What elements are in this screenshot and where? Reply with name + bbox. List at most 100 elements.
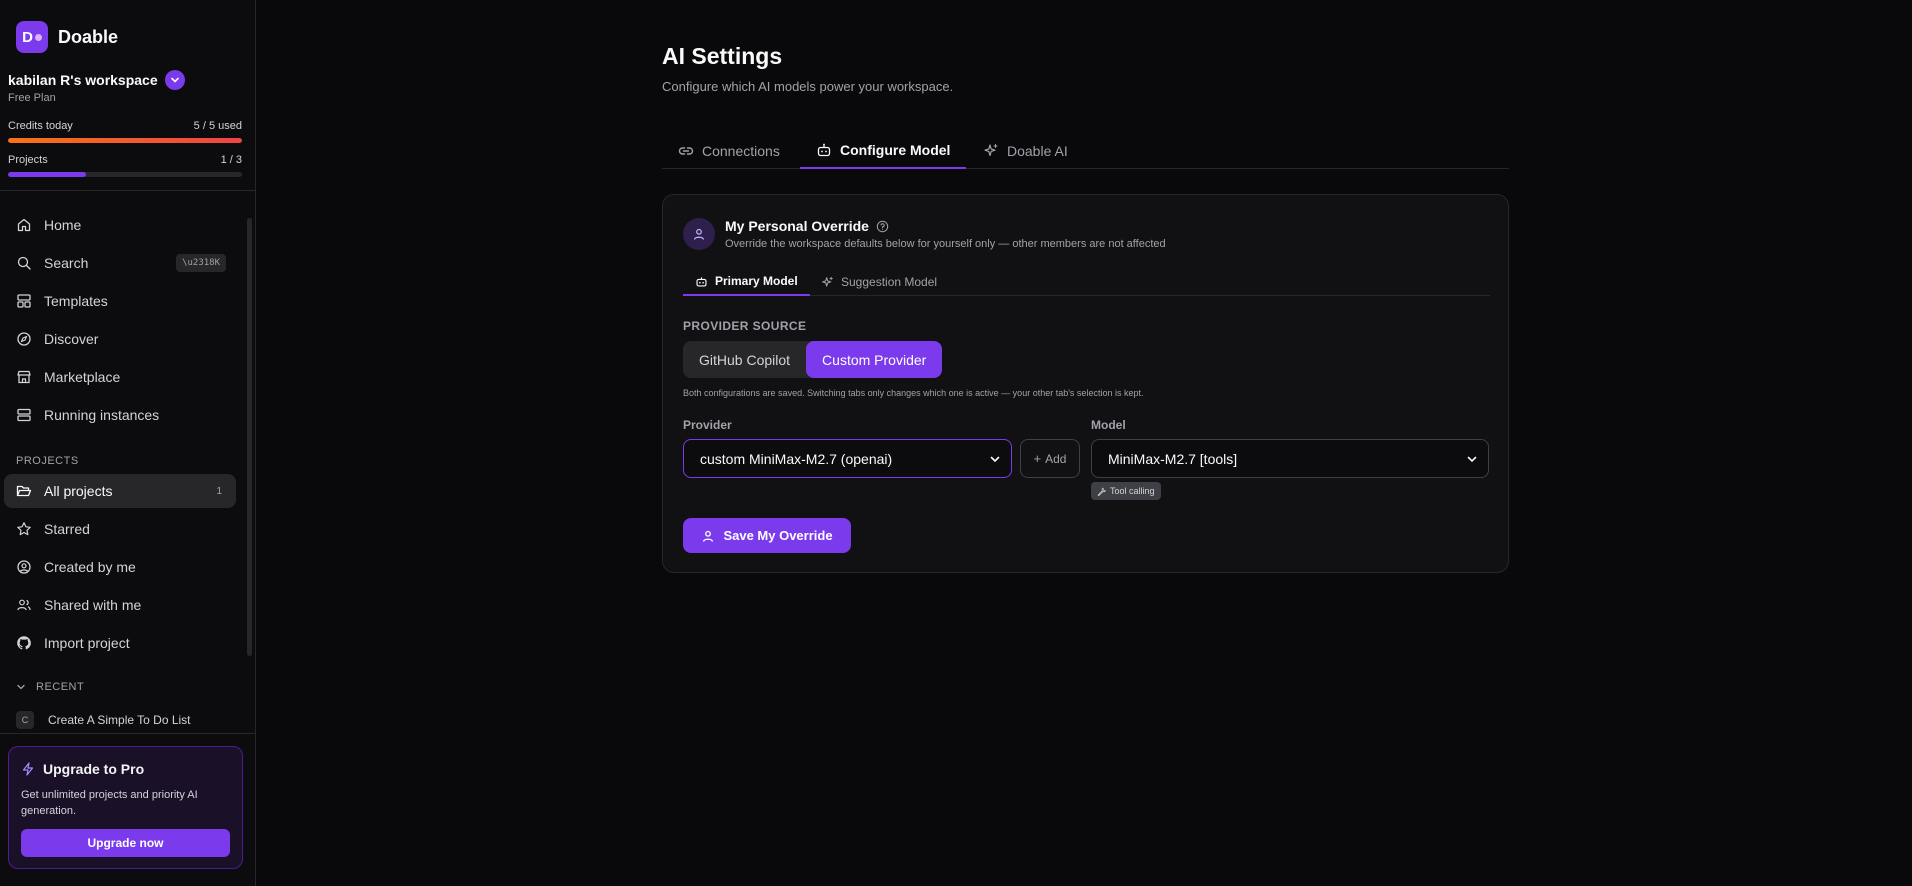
add-provider-label: Add	[1045, 451, 1067, 466]
nav-created-by-me[interactable]: Created by me	[4, 550, 236, 584]
all-projects-count: 1	[216, 485, 222, 497]
search-shortcut: \u2318K	[176, 254, 226, 272]
provider-select[interactable]: custom MiniMax-M2.7 (openai)	[683, 439, 1012, 478]
subtab-suggestion-model[interactable]: Suggestion Model	[809, 268, 949, 296]
star-icon	[17, 522, 31, 536]
nav-discover-label: Discover	[44, 331, 99, 347]
nav-discover[interactable]: Discover	[4, 322, 236, 356]
templates-icon	[17, 294, 31, 308]
link-icon	[678, 146, 694, 155]
sidebar-scrollbar[interactable]	[247, 218, 252, 656]
override-title-label: My Personal Override	[725, 218, 869, 234]
help-circle-icon[interactable]	[876, 220, 889, 233]
credits-value: 5 / 5 used	[193, 120, 242, 132]
tab-doable-ai-label: Doable AI	[1007, 142, 1068, 159]
store-icon	[17, 370, 31, 384]
page-subtitle: Configure which AI models power your wor…	[662, 79, 954, 94]
credits-bar-fill	[8, 138, 242, 143]
override-title: My Personal Override	[725, 218, 889, 234]
provider-select-value: custom MiniMax-M2.7 (openai)	[700, 450, 893, 467]
page-title: AI Settings	[662, 43, 783, 69]
divider	[0, 733, 256, 734]
projects-meter-row: Projects 1 / 3	[8, 154, 242, 166]
credits-meter-row: Credits today 5 / 5 used	[8, 120, 242, 132]
nav-home-label: Home	[44, 217, 82, 233]
nav-shared-with-me[interactable]: Shared with me	[4, 588, 236, 622]
projects-value: 1 / 3	[220, 154, 242, 166]
provider-source-label: PROVIDER SOURCE	[683, 319, 807, 333]
subtab-primary-model[interactable]: Primary Model	[683, 268, 810, 296]
sparkles-icon	[822, 276, 833, 287]
plan-label: Free Plan	[8, 92, 56, 104]
chevron-down-icon[interactable]	[164, 70, 185, 90]
override-description: Override the workspace defaults below fo…	[725, 238, 1166, 250]
tab-connections[interactable]: Connections	[662, 132, 796, 169]
workspace-switcher[interactable]: kabilan R's workspace	[8, 70, 185, 90]
chevron-down-icon	[1467, 456, 1477, 462]
provider-source-hint: Both configurations are saved. Switching…	[683, 388, 1144, 398]
logo-letter: D	[22, 28, 33, 46]
github-icon	[17, 636, 31, 650]
projects-heading: PROJECTS	[16, 455, 79, 467]
nav-shared-label: Shared with me	[44, 597, 142, 613]
nav-templates[interactable]: Templates	[4, 284, 236, 318]
model-label: Model	[1091, 418, 1126, 432]
wrench-icon	[1097, 487, 1106, 496]
divider	[0, 190, 256, 191]
recent-heading-label: RECENT	[36, 681, 85, 693]
upgrade-now-button[interactable]: Upgrade now	[21, 829, 230, 857]
credits-bar	[8, 138, 242, 143]
bot-icon	[817, 143, 831, 156]
nav-import-project[interactable]: Import project	[4, 626, 236, 660]
credits-label: Credits today	[8, 120, 73, 132]
workspace-name: kabilan R's workspace	[8, 72, 158, 88]
tool-calling-badge: Tool calling	[1091, 482, 1161, 500]
nav-all-projects[interactable]: All projects 1	[4, 474, 236, 508]
nav-marketplace-label: Marketplace	[44, 369, 121, 385]
upgrade-title: Upgrade to Pro	[21, 761, 144, 777]
tab-configure-model-label: Configure Model	[840, 141, 951, 158]
user-circle-icon	[17, 560, 31, 574]
lightning-icon	[22, 762, 34, 776]
folder-open-icon	[16, 485, 32, 497]
chevron-down-icon	[990, 456, 1000, 462]
subtab-suggestion-label: Suggestion Model	[841, 275, 938, 289]
github-copilot-option[interactable]: GitHub Copilot	[683, 341, 806, 378]
recent-item[interactable]: C Create A Simple To Do List	[16, 711, 191, 729]
users-icon	[17, 599, 31, 611]
nav-starred[interactable]: Starred	[4, 512, 236, 546]
tab-configure-model[interactable]: Configure Model	[800, 132, 967, 169]
settings-tabs: Connections Configure Model Doable AI	[662, 132, 1509, 169]
recent-item-badge: C	[16, 711, 34, 729]
nav-running-instances[interactable]: Running instances	[4, 398, 236, 432]
nav-marketplace[interactable]: Marketplace	[4, 360, 236, 394]
recent-heading[interactable]: RECENT	[16, 681, 84, 693]
model-subtabs: Primary Model Suggestion Model	[683, 268, 1490, 296]
nav-search-label: Search	[44, 255, 89, 271]
chevron-down-icon	[17, 684, 25, 690]
provider-label: Provider	[683, 418, 732, 432]
projects-label: Projects	[8, 154, 48, 166]
upgrade-title-label: Upgrade to Pro	[43, 761, 145, 777]
plus-icon: +	[1033, 451, 1042, 466]
upgrade-description: Get unlimited projects and priority AI g…	[21, 789, 198, 817]
compass-icon	[17, 332, 31, 346]
tab-doable-ai[interactable]: Doable AI	[967, 132, 1084, 169]
nav-home[interactable]: Home	[4, 208, 236, 242]
recent-item-label: Create A Simple To Do List	[48, 713, 191, 727]
projects-bar	[8, 172, 242, 177]
nav-search[interactable]: Search \u2318K	[4, 246, 236, 280]
nav-import-label: Import project	[44, 635, 130, 651]
save-override-button[interactable]: Save My Override	[683, 518, 851, 553]
custom-provider-option[interactable]: Custom Provider	[806, 341, 943, 378]
model-select[interactable]: MiniMax-M2.7 [tools]	[1091, 439, 1489, 478]
app-logo: D	[16, 21, 48, 53]
user-icon	[703, 530, 714, 542]
brand[interactable]: D Doable	[16, 21, 118, 53]
home-icon	[17, 218, 31, 232]
server-icon	[17, 408, 31, 422]
add-provider-button[interactable]: + Add	[1020, 439, 1080, 478]
search-icon	[17, 256, 31, 270]
sidebar: D Doable kabilan R's workspace Free Plan…	[0, 0, 256, 886]
bot-icon	[696, 276, 707, 287]
